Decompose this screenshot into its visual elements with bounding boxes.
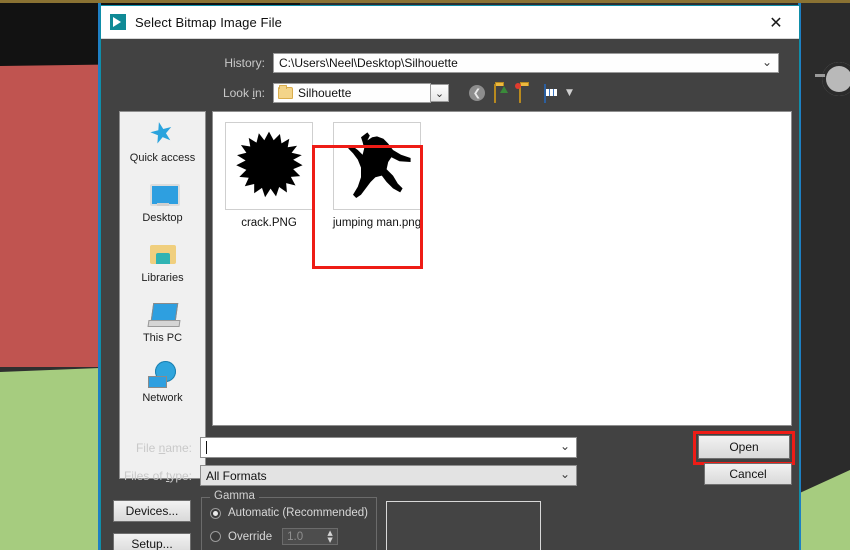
setup-button-label: Setup...	[131, 537, 173, 550]
libraries-folder-icon	[147, 240, 179, 270]
places-sidebar: Quick access Desktop Libraries This PC N…	[119, 111, 206, 479]
back-arrow-icon[interactable]: ❮	[469, 85, 487, 101]
thumbnail-crack	[225, 122, 313, 210]
gamma-group: Gamma Automatic (Recommended) Override 1…	[201, 490, 377, 550]
sidebar-item-label: Quick access	[129, 152, 196, 164]
file-name-label: jumping man.png	[332, 217, 422, 229]
gamma-override-value: 1.0	[287, 530, 304, 543]
filetype-value: All Formats	[206, 468, 267, 483]
gamma-override-label: Override	[228, 530, 273, 543]
sidebar-item-label: Desktop	[142, 212, 183, 224]
select-bitmap-image-file-dialog: Select Bitmap Image File ✕ History: C:\U…	[100, 5, 800, 550]
open-button[interactable]: Open	[698, 435, 790, 459]
open-button-label: Open	[729, 440, 759, 454]
views-dropdown-caret-icon[interactable]: ▼	[566, 88, 573, 98]
filename-label: File name:	[135, 440, 192, 455]
dialog-title: Select Bitmap Image File	[135, 14, 282, 30]
circle-gear-icon	[815, 62, 850, 96]
chevron-down-icon: ⌄	[761, 55, 772, 69]
desktop-background: Select Bitmap Image File ✕ History: C:\U…	[0, 0, 850, 550]
history-value: C:\Users\Neel\Desktop\Silhouette	[279, 56, 458, 70]
views-icon[interactable]	[544, 84, 562, 103]
lookin-value: Silhouette	[298, 86, 352, 100]
gamma-automatic-option[interactable]: Automatic (Recommended)	[210, 507, 376, 519]
radio-icon-automatic[interactable]	[210, 507, 221, 519]
sidebar-item-network[interactable]: Network	[120, 352, 205, 412]
file-list[interactable]: crack.PNG jumping man.png	[212, 111, 792, 426]
gamma-group-title: Gamma	[210, 490, 259, 502]
filename-input[interactable]: ⌄	[200, 437, 577, 458]
history-row: History: C:\Users\Neel\Desktop\Silhouett…	[101, 53, 801, 73]
setup-button[interactable]: Setup...	[113, 533, 191, 550]
star-icon	[147, 120, 179, 150]
bitmap-file-icon	[110, 14, 126, 30]
gamma-override-stepper[interactable]: 1.0 ▲ ▼	[282, 528, 339, 545]
lookin-row: Look in: Silhouette ⌄ ❮ ▼	[101, 83, 801, 103]
list-item[interactable]: jumping man.png	[325, 118, 429, 232]
lookin-dropdown-button[interactable]: ⌄	[431, 84, 449, 102]
devices-button-label: Devices...	[125, 504, 179, 518]
sidebar-item-label: This PC	[142, 332, 183, 344]
gamma-override-option[interactable]: Override 1.0 ▲ ▼	[210, 528, 376, 545]
text-caret	[206, 441, 207, 454]
dialog-titlebar: Select Bitmap Image File ✕	[101, 6, 799, 39]
monitor-icon	[147, 180, 180, 210]
filetype-combo[interactable]: All Formats ⌄	[200, 465, 577, 486]
sidebar-item-this-pc[interactable]: This PC	[120, 292, 205, 352]
history-label: History:	[224, 56, 265, 70]
image-preview-panel: IMAGE	[386, 501, 541, 550]
file-name-label: crack.PNG	[241, 217, 297, 229]
sidebar-item-libraries[interactable]: Libraries	[120, 232, 205, 292]
folder-icon	[278, 85, 293, 99]
close-icon[interactable]: ✕	[753, 6, 799, 38]
filetype-label: Files of type:	[123, 468, 192, 483]
sidebar-item-label: Libraries	[141, 272, 184, 284]
new-folder-icon[interactable]	[519, 84, 537, 103]
cancel-button-label: Cancel	[729, 467, 767, 481]
navigation-toolbar: ❮ ▼	[469, 84, 573, 103]
devices-button[interactable]: Devices...	[113, 500, 191, 522]
filename-row: File name: ⌄	[101, 437, 801, 458]
sidebar-item-label: Network	[142, 392, 183, 404]
history-combo[interactable]: C:\Users\Neel\Desktop\Silhouette ⌄	[273, 53, 779, 73]
lookin-combo[interactable]: Silhouette	[273, 83, 431, 103]
stepper-arrows-icon[interactable]: ▲ ▼	[324, 529, 336, 544]
thumbnail-jumping-man	[333, 122, 421, 210]
laptop-icon	[147, 300, 179, 330]
up-one-level-folder-icon[interactable]	[494, 84, 512, 103]
gamma-automatic-label: Automatic (Recommended)	[228, 507, 368, 519]
globe-network-icon	[147, 360, 179, 390]
sidebar-item-desktop[interactable]: Desktop	[120, 172, 205, 232]
chevron-down-icon[interactable]: ⌄	[560, 467, 570, 481]
lookin-label: Look in:	[222, 86, 265, 100]
cancel-button[interactable]: Cancel	[704, 463, 792, 485]
filetype-row: Files of type: All Formats ⌄	[101, 465, 801, 486]
list-item[interactable]: crack.PNG	[217, 118, 321, 232]
chevron-down-icon[interactable]: ⌄	[560, 439, 570, 453]
radio-icon-override[interactable]	[210, 531, 221, 542]
sidebar-item-quick-access[interactable]: Quick access	[120, 112, 205, 172]
dialog-body: History: C:\Users\Neel\Desktop\Silhouett…	[101, 39, 799, 550]
